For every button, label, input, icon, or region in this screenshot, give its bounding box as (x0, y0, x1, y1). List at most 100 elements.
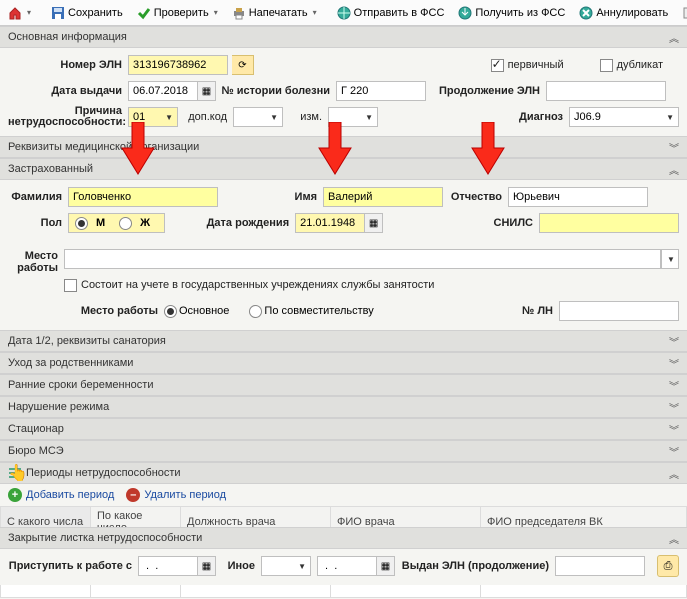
section-insured-header[interactable]: Застрахованный ︽ (0, 158, 687, 180)
chevron-down-icon: ︾ (669, 400, 679, 415)
close-issued-input[interactable] (555, 556, 645, 576)
sex-f-radio[interactable] (119, 217, 132, 230)
close-other-select[interactable]: ▼ (261, 556, 311, 576)
section-close-header[interactable]: Закрытие листка нетрудоспособности ︽ (0, 527, 687, 549)
addcode-label: доп.код (178, 111, 233, 123)
primary-label: первичный (508, 59, 570, 71)
ln-label: № ЛН (514, 305, 559, 317)
annul-icon (579, 6, 593, 20)
chevron-up-icon: ︽ (669, 162, 679, 177)
worktype-label: Место работы (64, 305, 164, 317)
globe-send-icon (337, 6, 351, 20)
ln-input[interactable] (559, 301, 679, 321)
section-close-body: Приступить к работе с ▦ Иное ▼ ▦ Выдан Э… (0, 549, 687, 585)
employment-center-checkbox[interactable] (64, 279, 77, 292)
diag-select[interactable]: J06.9▼ (569, 107, 679, 127)
firstname-label: Имя (288, 191, 323, 203)
main-toolbar: ▾ Сохранить Проверить▾ Напечатать▾ Отпра… (0, 0, 687, 26)
patronymic-label: Отчество (443, 191, 508, 203)
snils-input[interactable] (539, 213, 679, 233)
worktype-part-label: По совместительству (264, 305, 373, 317)
dob-picker-button[interactable]: ▦ (365, 213, 383, 233)
sex-f-label: Ж (140, 217, 150, 229)
chevron-down-icon: ︾ (669, 356, 679, 371)
reason-label: Причина нетрудоспособности: (8, 106, 128, 128)
cursor-hand-icon: 👆 (8, 463, 28, 483)
globe-recv-icon (458, 6, 472, 20)
save-button[interactable]: Сохранить (45, 2, 129, 24)
eln-gen-button[interactable]: ⟳ (232, 55, 254, 75)
primary-checkbox[interactable] (491, 59, 504, 72)
print-button[interactable]: Напечатать▾ (226, 2, 323, 24)
section-care-header[interactable]: Уход за родственниками︾ (0, 352, 687, 374)
sex-m-radio[interactable] (75, 217, 88, 230)
employment-center-label: Состоит на учете в государственных учреж… (81, 279, 440, 291)
close-issued-label: Выдан ЭЛН (продолжение) (395, 560, 555, 572)
hist-label: № истории болезни (216, 85, 336, 97)
recv-label: Получить из ФСС (475, 7, 565, 19)
workplace-dropdown[interactable]: ▼ (661, 249, 679, 269)
duplicate-checkbox[interactable] (600, 59, 613, 72)
section-preg-header[interactable]: Ранние сроки беременности︾ (0, 374, 687, 396)
workplace-input[interactable] (64, 249, 661, 269)
section-hosp-header[interactable]: Стационар︾ (0, 418, 687, 440)
chevron-down-icon: ︾ (669, 422, 679, 437)
home-icon (8, 6, 22, 20)
section-org-title: Реквизиты медицинской организации (8, 141, 669, 153)
del-period-button[interactable]: –Удалить период (126, 488, 226, 502)
date-picker-button[interactable]: ▦ (198, 81, 216, 101)
lastname-label: Фамилия (8, 191, 68, 203)
eln-label: Номер ЭЛН (8, 59, 128, 71)
sex-label: Пол (8, 217, 68, 229)
section-mse-header[interactable]: Бюро МСЭ︾ (0, 440, 687, 462)
section-insured-body: Фамилия Имя Отчество Пол М Ж Дата рожден… (0, 180, 687, 242)
diag-label: Диагноз (509, 111, 569, 123)
close-otherdate-picker[interactable]: ▦ (377, 556, 395, 576)
worktype-main-radio[interactable] (164, 305, 177, 318)
add-period-button[interactable]: +Добавить период (8, 488, 114, 502)
worktype-main-label: Основное (179, 305, 229, 317)
duplicate-label: дубликат (617, 59, 669, 71)
issue-button[interactable]: Выдать ЭЛН-продолжение▾ (676, 2, 687, 24)
reason-select[interactable]: 01▼ (128, 107, 178, 127)
home-button[interactable]: ▾ (2, 2, 37, 24)
firstname-input[interactable] (323, 187, 443, 207)
eln-input[interactable] (128, 55, 228, 75)
close-otherdate-input[interactable] (317, 556, 377, 576)
section-org-header[interactable]: Реквизиты медицинской организации ︾ (0, 136, 687, 158)
save-label: Сохранить (68, 7, 123, 19)
recv-button[interactable]: Получить из ФСС (452, 2, 571, 24)
chevron-down-icon: ︾ (669, 444, 679, 459)
worktype-part-radio[interactable] (249, 305, 262, 318)
sex-m-label: М (96, 217, 105, 229)
chevron-down-icon: ︾ (669, 140, 679, 155)
chevron-up-icon: ︽ (669, 531, 679, 546)
chevron-down-icon: ︾ (669, 334, 679, 349)
date-input[interactable] (128, 81, 198, 101)
chg-select[interactable]: ▼ (328, 107, 378, 127)
section-periods-header[interactable]: Периоды нетрудоспособности 👆 ︽ (0, 462, 687, 484)
close-start-label: Приступить к работе с (8, 560, 138, 572)
plus-icon: + (8, 488, 22, 502)
section-dates12-header[interactable]: Дата 1/2, реквизиты санатория︾ (0, 330, 687, 352)
addcode-select[interactable]: ▼ (233, 107, 283, 127)
disk-icon (51, 6, 65, 20)
close-start-input[interactable] (138, 556, 198, 576)
annul-button[interactable]: Аннулировать (573, 2, 674, 24)
section-main-header[interactable]: Основная информация ︽ (0, 26, 687, 48)
dob-input[interactable] (295, 213, 365, 233)
close-start-picker[interactable]: ▦ (198, 556, 216, 576)
lastname-input[interactable] (68, 187, 218, 207)
send-button[interactable]: Отправить в ФСС (331, 2, 451, 24)
snils-label: СНИЛС (479, 217, 539, 229)
annul-label: Аннулировать (596, 7, 668, 19)
section-main-title: Основная информация (8, 31, 669, 43)
close-action-button[interactable]: ⎙ (657, 555, 679, 577)
check-label: Проверить (154, 7, 209, 19)
chevron-up-icon: ︽ (669, 30, 679, 45)
hist-input[interactable] (336, 81, 426, 101)
cont-input[interactable] (546, 81, 666, 101)
check-button[interactable]: Проверить▾ (131, 2, 224, 24)
patronymic-input[interactable] (508, 187, 648, 207)
section-viol-header[interactable]: Нарушение режима︾ (0, 396, 687, 418)
